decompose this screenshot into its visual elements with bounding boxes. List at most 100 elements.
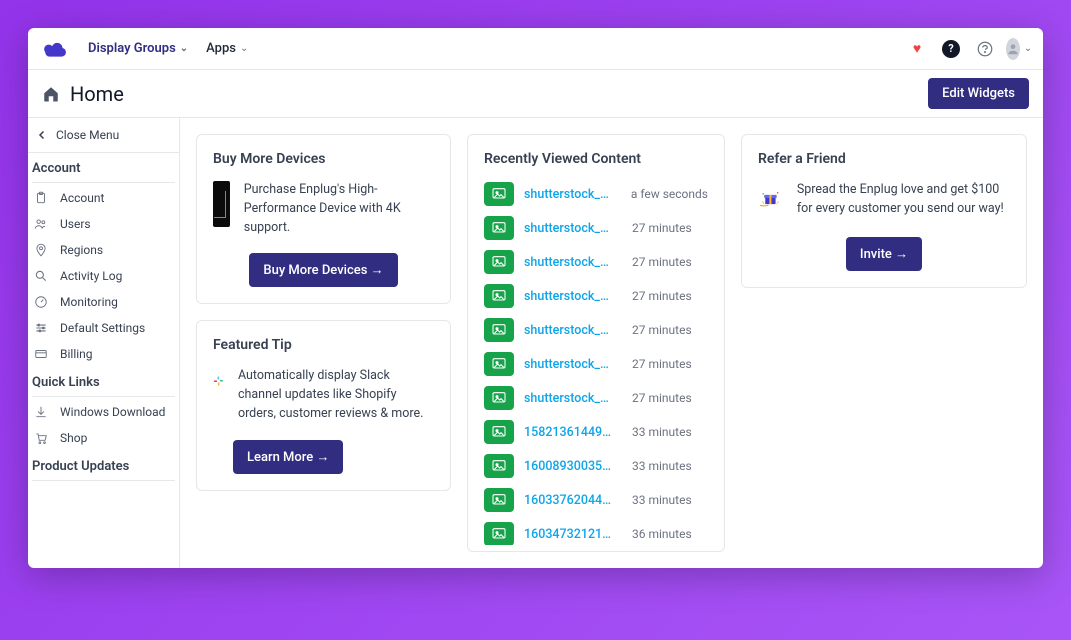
refer-title: Refer a Friend [758,151,1010,167]
top-nav: Display Groups ⌄ Apps ⌄ ♥ ? ⌄ [28,28,1043,70]
image-icon [484,284,514,308]
sidebar-item-billing[interactable]: Billing [28,341,179,367]
nav-display-groups-label: Display Groups [88,41,176,56]
buy-devices-desc: Purchase Enplug's High-Performance Devic… [244,181,434,237]
recent-item[interactable]: shutterstock_… 27 minutes [484,211,708,245]
help-icon[interactable]: ? [941,39,961,59]
chevron-left-icon [36,129,48,141]
page-title: Home [70,82,124,106]
image-icon [484,522,514,545]
recent-card: Recently Viewed Content shutterstock_…a … [467,134,725,552]
sidebar-item-label: Activity Log [60,269,122,283]
recent-item-time: 27 minutes [632,221,692,235]
image-icon [484,216,514,240]
sidebar-item-label: Monitoring [60,295,118,309]
profile-menu[interactable]: ⌄ [1009,39,1029,59]
recent-item-name: shutterstock_… [524,391,624,406]
sidebar-item-windows-download[interactable]: Windows Download [28,399,179,425]
recent-item[interactable]: shutterstock_…27 minutes [484,245,708,279]
pin-icon [32,243,50,257]
title-bar: Home Edit Widgets [28,70,1043,118]
sidebar-section-account: Account [28,153,179,182]
recent-item-time: 27 minutes [632,255,692,269]
recent-item-time: 33 minutes [632,425,692,439]
recent-item[interactable]: shutterstock_… a few seconds [484,177,708,211]
sidebar-item-activity-log[interactable]: Activity Log [28,263,179,289]
refer-desc: Spread the Enplug love and get $100 for … [797,181,1010,219]
recent-item[interactable]: shutterstock_…27 minutes [484,347,708,381]
invite-button[interactable]: Invite → [846,237,922,271]
avatar-icon [1006,38,1020,60]
recent-item-name: 15821361449… [524,425,624,440]
refer-card: Refer a Friend Spread the Enplug love an… [741,134,1027,288]
recent-item[interactable]: 16034732121… 36 minutes [484,517,708,545]
recent-item[interactable]: shutterstock_… 27 minutes [484,381,708,415]
download-icon [32,405,50,419]
recent-item-name: shutterstock_… [524,357,624,372]
favorites-icon[interactable]: ♥ [907,39,927,59]
home-icon [42,85,60,103]
search-icon [32,269,50,283]
recent-item[interactable]: 16033762044… 33 minutes [484,483,708,517]
sidebar-item-label: Users [60,217,91,231]
sidebar-item-shop[interactable]: Shop [28,425,179,451]
image-icon [484,488,514,512]
recent-item-name: shutterstock_… [524,289,624,304]
recent-item-name: shutterstock_… [524,323,624,338]
recent-item-time: 27 minutes [632,323,692,337]
recent-item-name: 16008930035… [524,459,624,474]
featured-tip-card: Featured Tip Automatically display Slack… [196,320,451,490]
chevron-down-icon: ⌄ [1024,43,1032,54]
main-content: Buy More Devices Purchase Enplug's High-… [180,118,1043,568]
gift-icon [758,181,783,217]
chevron-down-icon: ⌄ [240,43,248,54]
sidebar-item-account[interactable]: Account [28,185,179,211]
sidebar-item-label: Default Settings [60,321,145,335]
learn-more-button[interactable]: Learn More → [233,440,343,474]
close-menu-button[interactable]: Close Menu [28,118,179,153]
close-menu-label: Close Menu [56,128,119,142]
buy-devices-title: Buy More Devices [213,151,434,167]
recent-item-time: 36 minutes [632,527,692,541]
recent-item[interactable]: shutterstock_… 27 minutes [484,313,708,347]
sidebar-item-label: Account [60,191,104,205]
recent-item-time: a few seconds [631,187,708,201]
card-icon [32,347,50,361]
image-icon [484,386,514,410]
recent-item-name: 16033762044… [524,493,624,508]
gauge-icon [32,295,50,309]
recent-item-name: 16034732121… [524,527,624,542]
sidebar-item-label: Regions [60,243,103,257]
recent-list[interactable]: shutterstock_…a few secondsshutterstock_… [484,177,718,545]
image-icon [484,318,514,342]
chevron-down-icon: ⌄ [180,43,188,54]
sidebar-item-default-settings[interactable]: Default Settings [28,315,179,341]
slack-icon [213,367,224,395]
buy-devices-button[interactable]: Buy More Devices → [249,253,397,287]
nav-display-groups[interactable]: Display Groups ⌄ [88,41,188,56]
sidebar-item-label: Billing [60,347,93,361]
nav-apps[interactable]: Apps ⌄ [206,41,248,56]
recent-item-time: 27 minutes [632,289,692,303]
recent-item[interactable]: 15821361449… 33 minutes [484,415,708,449]
feedback-icon[interactable] [975,39,995,59]
sliders-icon [32,321,50,335]
sidebar-section-product: Product Updates [28,451,179,480]
recent-item-time: 33 minutes [632,493,692,507]
sidebar-item-regions[interactable]: Regions [28,237,179,263]
sidebar-section-quicklinks: Quick Links [28,367,179,396]
recent-item-name: shutterstock_… [524,187,623,202]
recent-item-name: shutterstock_… [524,221,624,236]
sidebar-item-users[interactable]: Users [28,211,179,237]
edit-widgets-button[interactable]: Edit Widgets [928,78,1029,109]
nav-apps-label: Apps [206,41,236,56]
recent-item[interactable]: shutterstock_… 27 minutes [484,279,708,313]
sidebar-item-monitoring[interactable]: Monitoring [28,289,179,315]
recent-item-time: 33 minutes [632,459,692,473]
recent-item-time: 27 minutes [632,391,692,405]
featured-tip-title: Featured Tip [213,337,434,353]
buy-devices-card: Buy More Devices Purchase Enplug's High-… [196,134,451,304]
featured-tip-desc: Automatically display Slack channel upda… [238,367,434,423]
recent-item[interactable]: 16008930035… 33 minutes [484,449,708,483]
sidebar-item-label: Shop [60,431,87,445]
